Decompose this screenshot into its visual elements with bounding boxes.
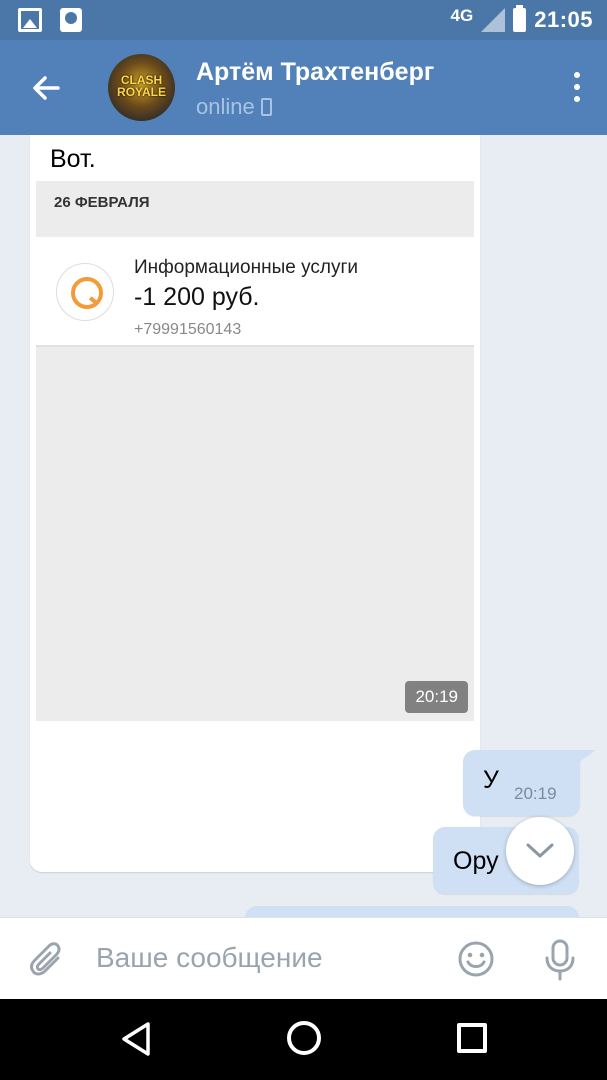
message-list[interactable]: Вот. 26 ФЕВРАЛЯ Информационные услуги -1… [0, 135, 607, 917]
message-time: 20:19 [405, 681, 468, 713]
camera-notification-icon [60, 8, 82, 32]
contact-name[interactable]: Артём Трахтенберг [196, 58, 434, 87]
avatar[interactable]: CLASH ROYALE [108, 54, 175, 121]
contact-status: online [196, 94, 272, 120]
transaction-phone: +79991560143 [134, 321, 242, 338]
chat-header: CLASH ROYALE Артём Трахтенберг online [0, 40, 607, 135]
photo-attachment[interactable]: 26 ФЕВРАЛЯ Информационные услуги -1 200 … [36, 181, 474, 721]
status-text: online [196, 94, 255, 119]
message-time: 20:19 [514, 784, 557, 803]
transaction-card: Информационные услуги -1 200 руб. +79991… [36, 237, 474, 347]
more-options-icon[interactable] [573, 72, 581, 102]
system-nav-bar [0, 999, 607, 1080]
signal-icon [481, 8, 506, 32]
nav-home-icon[interactable] [287, 1021, 321, 1055]
battery-icon [513, 5, 527, 32]
transaction-amount: -1 200 руб. [134, 283, 260, 311]
message-text: Вот. [50, 145, 96, 173]
clock: 21:05 [534, 7, 593, 32]
paperclip-icon[interactable] [28, 940, 66, 980]
network-type: 4G [450, 6, 474, 25]
emoji-icon[interactable] [457, 940, 495, 978]
message-composer: Ваше сообщение [0, 917, 607, 999]
scroll-to-bottom-button[interactable] [506, 817, 574, 885]
message-text: У [483, 766, 499, 794]
status-bar: 4G 21:05 [0, 0, 607, 40]
transaction-service: Информационные услуги [134, 257, 359, 278]
image-notification-icon [18, 8, 42, 32]
outgoing-message[interactable] [245, 906, 579, 917]
message-input[interactable]: Ваше сообщение [96, 942, 323, 974]
back-arrow-icon[interactable] [28, 70, 64, 106]
chevron-down-icon [526, 843, 554, 858]
microphone-icon[interactable] [541, 938, 579, 982]
message-text: Ору [453, 847, 499, 875]
transaction-date: 26 ФЕВРАЛЯ [54, 194, 150, 211]
incoming-message[interactable]: Вот. 26 ФЕВРАЛЯ Информационные услуги -1… [30, 135, 480, 872]
outgoing-message[interactable]: У 20:19 [463, 750, 580, 816]
mobile-phone-icon [260, 98, 272, 116]
qiwi-logo-icon [56, 263, 114, 321]
avatar-logo-text: CLASH ROYALE [117, 73, 166, 99]
nav-back-icon[interactable] [120, 1021, 152, 1057]
nav-recents-icon[interactable] [457, 1023, 487, 1053]
